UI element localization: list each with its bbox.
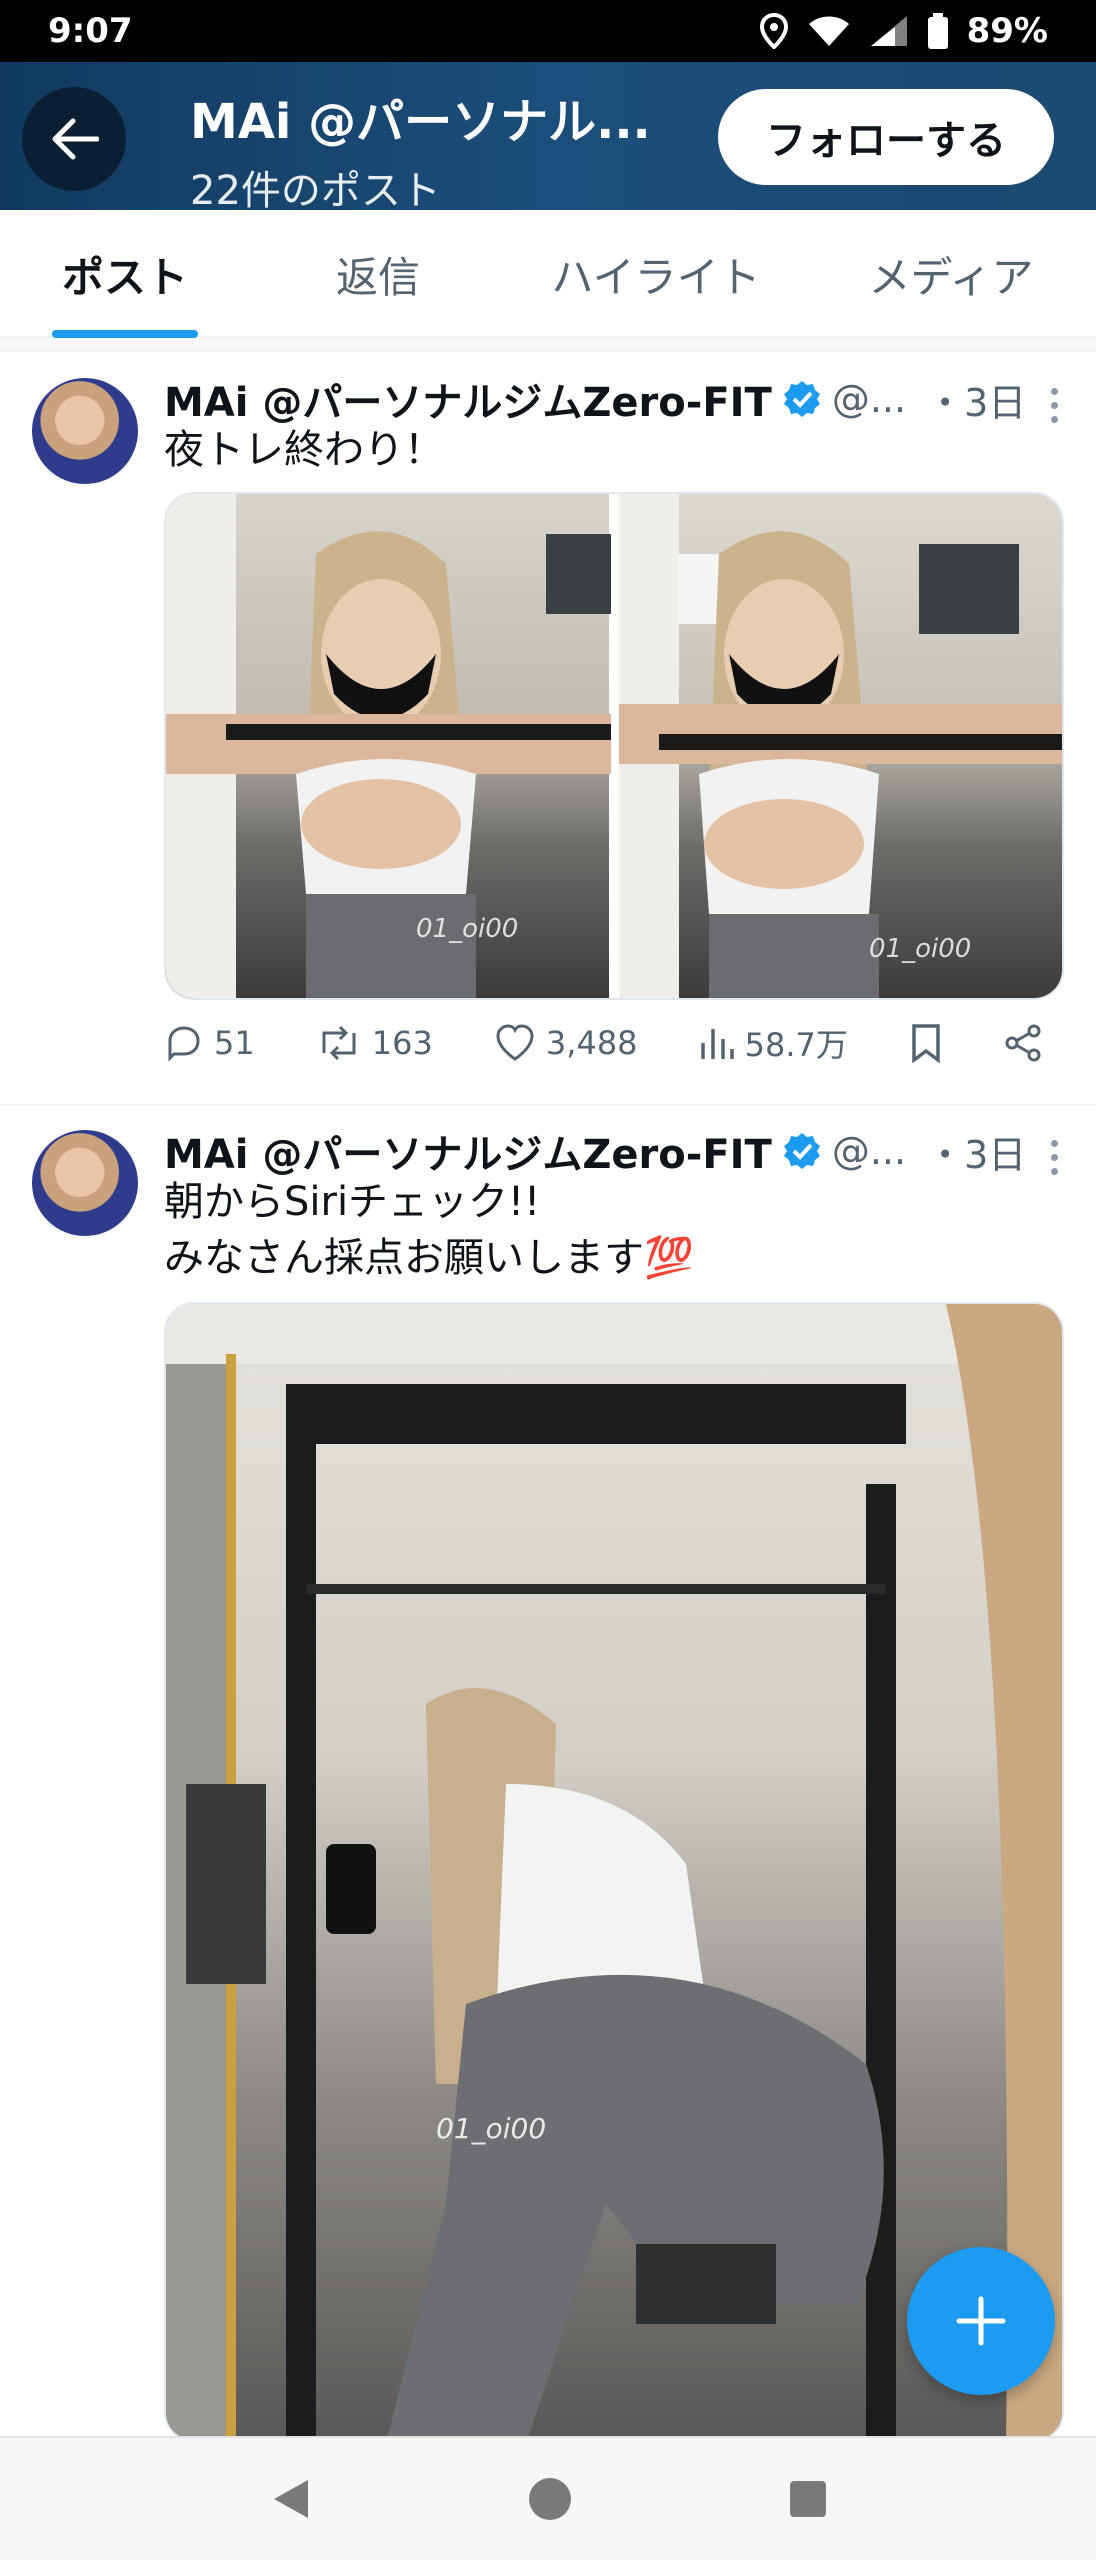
- tab-label: ハイライト: [551, 252, 761, 302]
- hundred-points-emoji: 💯: [644, 1235, 694, 1281]
- author-handle: @...: [831, 1129, 907, 1173]
- view-count: 58.7万: [744, 1026, 848, 1064]
- post-photo-2[interactable]: 01_oi00: [619, 494, 1062, 998]
- post-timestamp: ・3日: [926, 380, 1027, 425]
- post-text: 夜トレ終わり！: [164, 427, 444, 473]
- heart-icon: [496, 1024, 534, 1061]
- tab-label: メディア: [868, 252, 1034, 302]
- repost-count: 163: [371, 1024, 433, 1062]
- post-card[interactable]: MAi @パーソナルジムZero-FIT @... ・3日 夜トレ終わり！ 01…: [0, 352, 1096, 1106]
- repost-button[interactable]: 163: [316, 1023, 433, 1063]
- tab-media[interactable]: メディア: [806, 210, 1096, 338]
- tab-posts[interactable]: ポスト: [0, 210, 250, 338]
- post-card[interactable]: MAi @パーソナルジムZero-FIT @... ・3日 朝からSiriチェッ…: [0, 1108, 1096, 2442]
- photo-illustration: [166, 494, 611, 998]
- plus-icon: [956, 2296, 1006, 2346]
- post-header: MAi @パーソナルジムZero-FIT @... ・3日: [164, 1122, 1026, 1180]
- follow-button[interactable]: フォローする: [718, 89, 1054, 185]
- post-header: MAi @パーソナルジムZero-FIT @... ・3日: [164, 370, 1026, 428]
- wifi-icon: [808, 16, 849, 46]
- watermark: 01_oi00: [869, 934, 972, 964]
- post-count: 22件のポスト: [190, 168, 441, 214]
- nav-back-icon[interactable]: [268, 2476, 312, 2522]
- more-options-icon[interactable]: [1051, 388, 1058, 423]
- more-options-icon[interactable]: [1051, 1140, 1058, 1175]
- tab-label: ポスト: [61, 252, 188, 302]
- reply-count: 51: [214, 1024, 255, 1062]
- bookmark-button[interactable]: [909, 1023, 943, 1063]
- tab-highlights[interactable]: ハイライト: [506, 210, 806, 338]
- avatar[interactable]: [32, 1130, 138, 1236]
- bar-chart-icon: [700, 1029, 734, 1059]
- post-text-line: 朝からSiriチェック!!: [164, 1179, 541, 1225]
- system-nav-bar: [0, 2436, 1096, 2560]
- active-tab-indicator: [52, 330, 198, 338]
- arrow-left-icon: [52, 118, 99, 160]
- post-text: 朝からSiriチェック!! みなさん採点お願いします💯: [164, 1174, 694, 1286]
- watermark: 01_oi00: [416, 914, 519, 944]
- views-button[interactable]: 58.7万: [699, 1020, 848, 1066]
- signal-icon: [870, 16, 907, 46]
- author-name[interactable]: MAi @パーソナルジムZero-FIT: [164, 370, 772, 428]
- profile-header: MAi @パーソナル... 22件のポスト フォローする: [0, 62, 1096, 214]
- bookmark-icon: [912, 1024, 940, 1063]
- status-bar: 9:07 89%: [0, 0, 1096, 62]
- profile-tabs: ポスト 返信 ハイライト メディア: [0, 210, 1096, 338]
- compose-button[interactable]: [907, 2247, 1055, 2395]
- post-timestamp: ・3日: [926, 1132, 1027, 1177]
- share-icon: [1005, 1024, 1041, 1062]
- status-icons: 89%: [759, 11, 1048, 51]
- header-titles: MAi @パーソナル... 22件のポスト: [190, 82, 670, 216]
- post-actions: 51 163 3,488 58.7万: [164, 1020, 1044, 1066]
- share-button[interactable]: [1004, 1023, 1044, 1063]
- author-name[interactable]: MAi @パーソナルジムZero-FIT: [164, 1122, 772, 1180]
- avatar[interactable]: [32, 378, 138, 484]
- like-button[interactable]: 3,488: [494, 1023, 638, 1063]
- divider: [0, 338, 1096, 352]
- author-handle: @...: [831, 377, 907, 421]
- like-count: 3,488: [545, 1024, 638, 1062]
- tab-label: 返信: [335, 252, 420, 302]
- verified-badge-icon: [783, 1133, 820, 1169]
- status-time: 9:07: [48, 11, 133, 51]
- watermark: 01_oi00: [436, 2112, 547, 2145]
- location-icon: [759, 13, 788, 49]
- post-media[interactable]: 01_oi00 01_oi00: [164, 492, 1064, 1000]
- reply-button[interactable]: 51: [164, 1023, 255, 1063]
- repost-icon: [322, 1025, 356, 1061]
- battery-icon: [927, 13, 948, 49]
- post-text-line: みなさん採点お願いします💯: [164, 1235, 694, 1281]
- battery-level: 89%: [966, 11, 1048, 51]
- nav-home-icon[interactable]: [527, 2476, 573, 2522]
- photo-illustration: [619, 494, 1062, 998]
- verified-badge-icon: [783, 381, 820, 417]
- reply-icon: [168, 1026, 200, 1062]
- post-photo-1[interactable]: 01_oi00: [166, 494, 611, 998]
- nav-recents-icon[interactable]: [788, 2479, 828, 2519]
- back-button[interactable]: [22, 87, 126, 191]
- header-title: MAi @パーソナル...: [190, 94, 651, 150]
- tab-replies[interactable]: 返信: [250, 210, 506, 338]
